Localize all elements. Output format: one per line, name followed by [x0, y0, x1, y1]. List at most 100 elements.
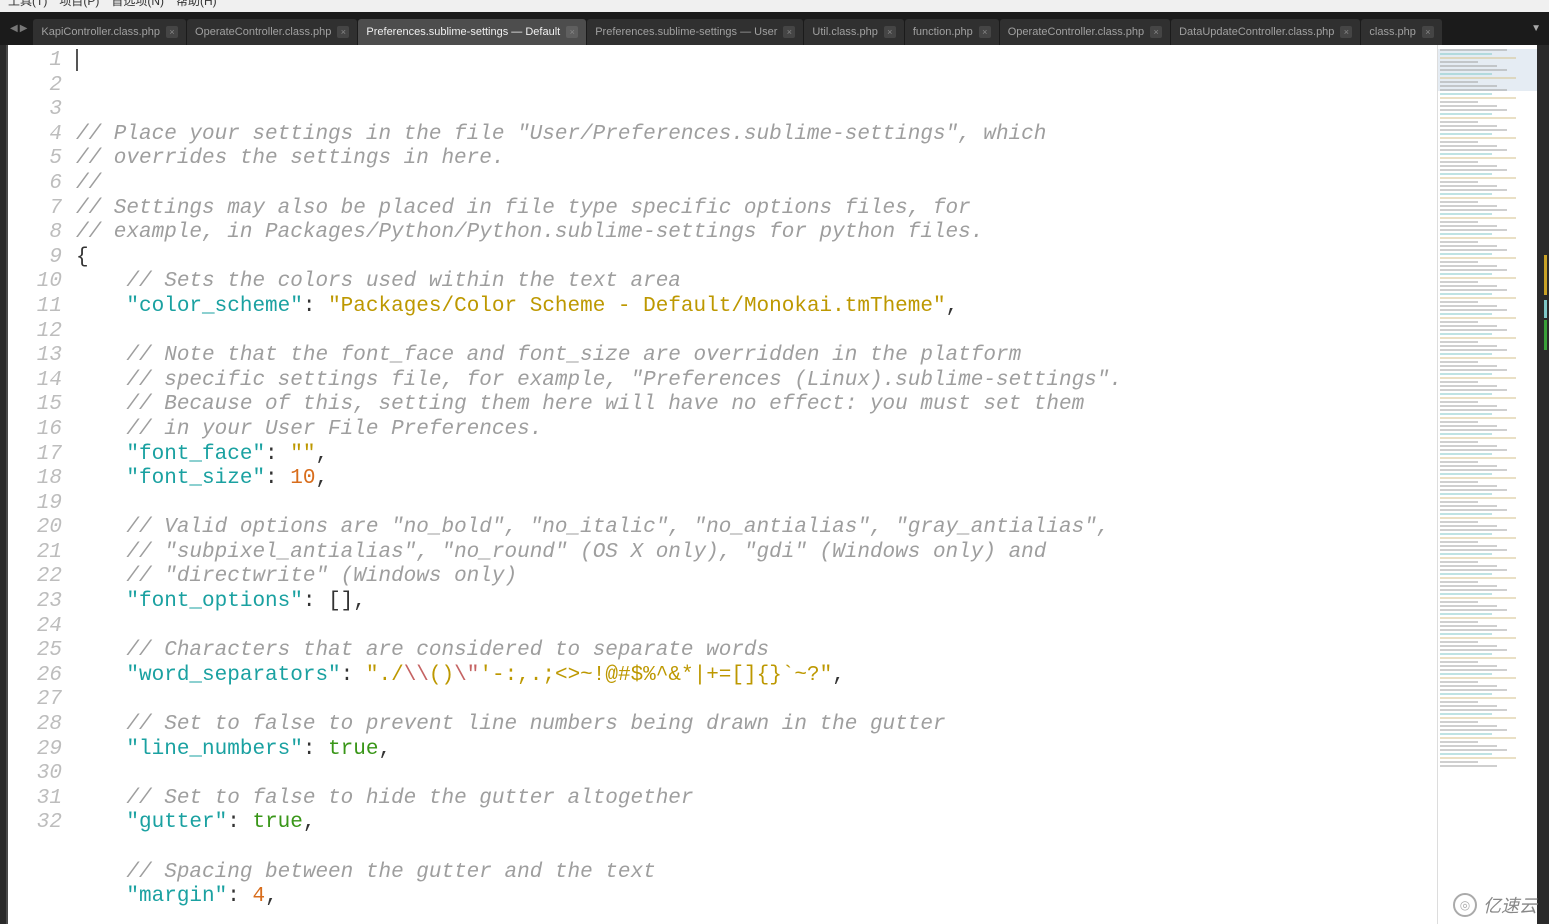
minimap-line — [1440, 737, 1516, 739]
code-line: // example, in Packages/Python/Python.su… — [76, 221, 1437, 246]
minimap-line — [1440, 461, 1478, 463]
tab-nav-next[interactable]: ▶ — [20, 23, 28, 34]
code-line: // Settings may also be placed in file t… — [76, 197, 1437, 222]
line-number: 20 — [8, 516, 62, 541]
menu-prefs[interactable]: 首选项(N) — [111, 0, 164, 9]
tab-overflow-menu[interactable]: ▼ — [1523, 23, 1549, 34]
line-number: 6 — [8, 172, 62, 197]
line-number: 14 — [8, 369, 62, 394]
tab-1[interactable]: OperateController.class.php× — [187, 19, 357, 45]
minimap-line — [1440, 745, 1497, 747]
minimap-line — [1440, 473, 1492, 475]
menu-help[interactable]: 帮助(H) — [176, 0, 217, 9]
code-line: // — [76, 172, 1437, 197]
minimap-line — [1440, 385, 1497, 387]
minimap-line — [1440, 549, 1507, 551]
line-number: 1 — [8, 49, 62, 74]
editor-area: 1234567891011121314151617181920212223242… — [0, 45, 1549, 924]
close-icon[interactable]: × — [166, 26, 178, 38]
tab-label: Util.class.php — [812, 26, 877, 38]
minimap-line — [1440, 605, 1497, 607]
tab-3[interactable]: Preferences.sublime-settings — User × — [587, 19, 803, 45]
tab-label: Preferences.sublime-settings — User — [595, 26, 777, 38]
minimap-line — [1440, 729, 1507, 731]
minimap-line — [1440, 441, 1478, 443]
minimap-line — [1440, 269, 1507, 271]
minimap-line — [1440, 257, 1516, 259]
line-number: 22 — [8, 565, 62, 590]
tab-0[interactable]: KapiController.class.php× — [33, 19, 186, 45]
close-icon[interactable]: × — [783, 26, 795, 38]
minimap-line — [1440, 685, 1497, 687]
close-icon[interactable]: × — [1422, 26, 1434, 38]
tab-5[interactable]: function.php × — [905, 19, 999, 45]
tab-bar: ◀ ▶ KapiController.class.php×OperateCont… — [0, 12, 1549, 45]
minimap-line — [1440, 565, 1497, 567]
close-icon[interactable]: × — [884, 26, 896, 38]
code-line: // Sets the colors used within the text … — [76, 270, 1437, 295]
minimap-line — [1440, 165, 1497, 167]
minimap-line — [1440, 177, 1516, 179]
minimap-line — [1440, 265, 1497, 267]
line-number: 18 — [8, 467, 62, 492]
minimap[interactable] — [1437, 45, 1537, 924]
watermark-text: 亿速云 — [1483, 892, 1537, 918]
minimap-line — [1440, 661, 1478, 663]
minimap-line — [1440, 321, 1478, 323]
close-icon[interactable]: × — [337, 26, 349, 38]
close-icon[interactable]: × — [566, 26, 578, 38]
minimap-line — [1440, 669, 1507, 671]
line-number: 21 — [8, 541, 62, 566]
tab-nav-prev[interactable]: ◀ — [10, 23, 18, 34]
tab-4[interactable]: Util.class.php × — [804, 19, 903, 45]
minimap-line — [1440, 285, 1497, 287]
close-icon[interactable]: × — [979, 26, 991, 38]
minimap-line — [1440, 625, 1497, 627]
menu-tools[interactable]: 工具(T) — [8, 0, 47, 9]
minimap-line — [1440, 469, 1507, 471]
minimap-line — [1440, 537, 1516, 539]
close-icon[interactable]: × — [1150, 26, 1162, 38]
close-icon[interactable]: × — [1340, 26, 1352, 38]
line-number: 27 — [8, 688, 62, 713]
minimap-line — [1440, 281, 1478, 283]
minimap-line — [1440, 693, 1492, 695]
line-number: 19 — [8, 492, 62, 517]
tab-2[interactable]: Preferences.sublime-settings — Default× — [358, 19, 586, 45]
text-cursor — [76, 49, 78, 71]
line-number: 4 — [8, 123, 62, 148]
line-number: 30 — [8, 762, 62, 787]
minimap-line — [1440, 401, 1478, 403]
line-number: 15 — [8, 393, 62, 418]
minimap-line — [1440, 221, 1478, 223]
tab-7[interactable]: DataUpdateController.class.php× — [1171, 19, 1360, 45]
line-number: 17 — [8, 443, 62, 468]
minimap-line — [1440, 217, 1516, 219]
minimap-line — [1440, 713, 1492, 715]
menu-project[interactable]: 项目(P) — [59, 0, 99, 9]
tab-8[interactable]: class.php× — [1361, 19, 1441, 45]
minimap-line — [1440, 665, 1497, 667]
tab-label: function.php — [913, 26, 973, 38]
minimap-line — [1440, 297, 1516, 299]
code-line — [76, 320, 1437, 345]
minimap-line — [1440, 233, 1492, 235]
minimap-line — [1440, 641, 1478, 643]
code-line: "font_options": [], — [76, 590, 1437, 615]
tab-6[interactable]: OperateController.class.php× — [1000, 19, 1170, 45]
minimap-line — [1440, 673, 1492, 675]
watermark-icon: ◎ — [1453, 893, 1477, 917]
minimap-line — [1440, 609, 1507, 611]
minimap-line — [1440, 697, 1516, 699]
code-line: "margin": 4, — [76, 885, 1437, 910]
minimap-line — [1440, 409, 1507, 411]
minimap-line — [1440, 381, 1478, 383]
minimap-line — [1440, 597, 1516, 599]
minimap-line — [1440, 357, 1516, 359]
minimap-line — [1440, 553, 1492, 555]
line-number: 32 — [8, 811, 62, 836]
minimap-line — [1440, 149, 1507, 151]
code-view[interactable]: // Place your settings in the file "User… — [76, 45, 1437, 924]
minimap-line — [1440, 649, 1507, 651]
line-number: 9 — [8, 246, 62, 271]
